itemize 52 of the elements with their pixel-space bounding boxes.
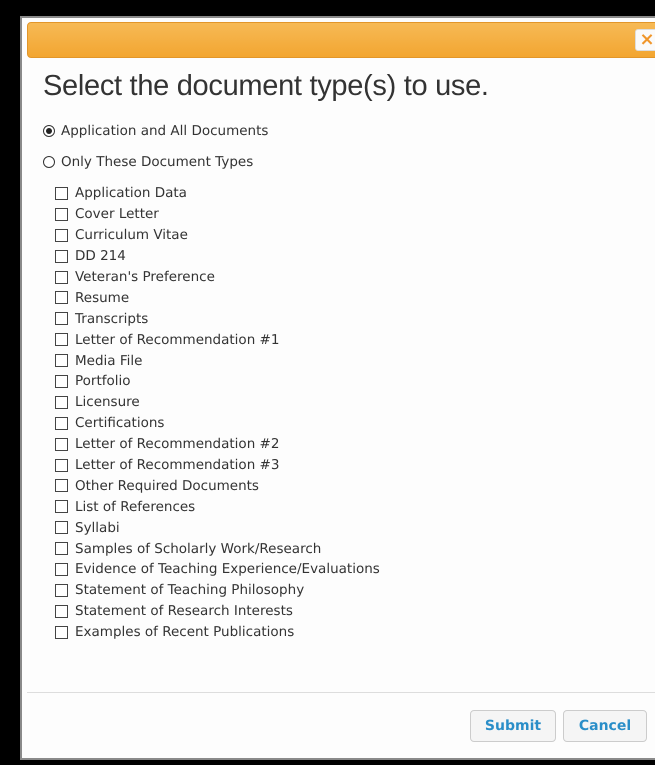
checkbox-label: Curriculum Vitae <box>75 227 188 244</box>
checkbox-label: Letter of Recommendation #3 <box>75 457 280 474</box>
checkbox[interactable] <box>55 333 68 346</box>
checkbox-label: Cover Letter <box>75 206 159 222</box>
radio-label: Only These Document Types <box>61 154 254 170</box>
dialog-title: Select the document type(s) to use. <box>43 70 490 103</box>
checkbox[interactable] <box>55 626 68 639</box>
checkbox[interactable] <box>55 354 68 368</box>
checkbox[interactable] <box>55 562 68 576</box>
radio-button[interactable] <box>43 156 55 168</box>
checkbox-label: Statement of Teaching Philosophy <box>75 582 304 598</box>
checkbox-label: Statement of Research Interests <box>75 603 293 620</box>
checkbox[interactable] <box>55 396 68 409</box>
checkbox-label: Transcripts <box>75 310 148 327</box>
radio-button[interactable] <box>43 125 55 137</box>
checkbox[interactable] <box>55 479 68 492</box>
checkbox[interactable] <box>55 291 68 304</box>
checkbox-label: Application Data <box>75 185 187 202</box>
checkbox-label: Certifications <box>75 415 164 432</box>
checkbox-label: List of References <box>75 498 196 515</box>
checkbox-label: Letter of Recommendation #2 <box>75 436 280 452</box>
checkbox[interactable] <box>55 312 68 326</box>
checkbox[interactable] <box>55 208 68 221</box>
checkbox[interactable] <box>55 458 68 472</box>
checkbox-label: Other Required Documents <box>75 478 259 494</box>
radio-label: Application and All Documents <box>61 123 268 139</box>
checkbox-label: Licensure <box>75 394 140 410</box>
checkbox-label: Syllabi <box>75 520 120 536</box>
checkbox[interactable] <box>55 270 68 284</box>
checkbox-label: Veteran's Preference <box>75 269 215 285</box>
checkbox[interactable] <box>55 438 68 451</box>
close-button[interactable]: × <box>635 29 655 51</box>
checkbox[interactable] <box>55 250 68 263</box>
checkbox[interactable] <box>55 186 68 200</box>
cancel-button[interactable]: Cancel <box>563 710 647 742</box>
checkbox[interactable] <box>55 500 68 514</box>
checkbox-label: DD 214 <box>75 248 126 264</box>
checkbox[interactable] <box>55 604 68 618</box>
checkbox[interactable] <box>55 374 68 388</box>
checkbox[interactable] <box>55 416 68 430</box>
submit-button[interactable]: Submit <box>470 710 556 742</box>
checkbox-label: Samples of Scholarly Work/Research <box>75 540 322 557</box>
checkbox-label: Portfolio <box>75 373 131 390</box>
checkbox-label: Resume <box>75 290 130 306</box>
checkbox-label: Examples of Recent Publications <box>75 624 294 640</box>
checkbox-label: Letter of Recommendation #1 <box>75 332 280 348</box>
checkbox-label: Evidence of Teaching Experience/Evaluations <box>75 561 380 578</box>
checkbox[interactable] <box>55 584 68 597</box>
checkbox-label: Media File <box>75 352 142 369</box>
checkbox[interactable] <box>55 542 68 556</box>
checkbox[interactable] <box>55 228 68 242</box>
checkbox[interactable] <box>55 521 68 534</box>
